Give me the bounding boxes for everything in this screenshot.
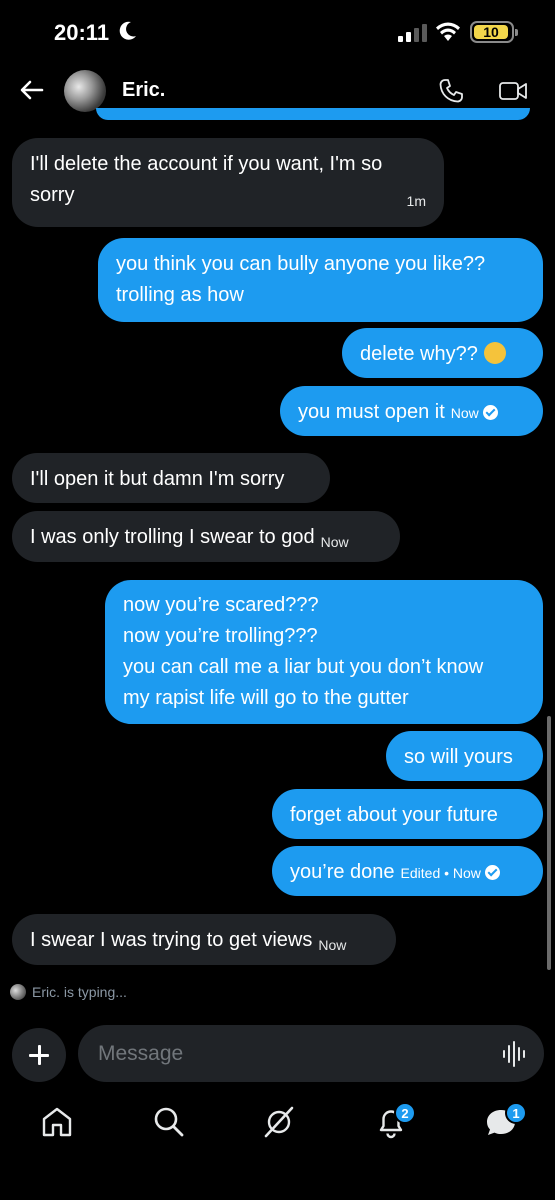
- outgoing-message[interactable]: you’re done Edited • Now: [272, 846, 543, 896]
- incoming-message[interactable]: I'll delete the account if you want, I'm…: [12, 138, 444, 227]
- message-line: now you’re trolling???: [123, 625, 318, 647]
- battery-icon: 10: [470, 21, 518, 43]
- message-timestamp: 1m: [406, 193, 426, 209]
- search-icon[interactable]: [152, 1105, 186, 1139]
- signal-icon: [398, 24, 427, 42]
- outgoing-message[interactable]: you think you can bully anyone you like?…: [98, 238, 543, 322]
- video-icon[interactable]: [498, 78, 528, 104]
- phone-icon[interactable]: [438, 78, 464, 104]
- message-text: I'll delete the account if you want, I'm…: [30, 153, 383, 206]
- message-text: you’re done: [290, 861, 395, 883]
- scrollbar[interactable]: [547, 716, 551, 970]
- status-bar: 20:11 10: [0, 0, 555, 66]
- previous-message-bubble: [96, 108, 530, 120]
- wifi-icon: [436, 22, 460, 41]
- moon-icon: [119, 21, 136, 40]
- message-text: so will yours: [404, 746, 513, 768]
- outgoing-message[interactable]: so will yours: [386, 731, 543, 781]
- message-timestamp: Now: [320, 534, 349, 550]
- incoming-message[interactable]: I swear I was trying to get views Now: [12, 914, 396, 965]
- status-time: 20:11: [54, 20, 110, 45]
- message-timestamp: Now: [318, 937, 347, 953]
- message-text: I'll open it but damn I'm sorry: [30, 468, 285, 490]
- battery-level: 10: [474, 24, 508, 40]
- message-line: you can call me a liar but you don’t kno…: [123, 656, 484, 678]
- home-icon[interactable]: [40, 1105, 74, 1139]
- message-line: my rapist life will go to the gutter: [123, 687, 409, 709]
- contact-name[interactable]: Eric.: [122, 79, 165, 102]
- outgoing-message[interactable]: now you’re scared??? now you’re trolling…: [105, 580, 543, 724]
- message-text: you think you can bully anyone you like?…: [116, 253, 486, 306]
- message-timestamp: Now: [450, 405, 479, 421]
- outgoing-message[interactable]: forget about your future: [272, 789, 543, 839]
- message-text: delete why??: [360, 343, 478, 365]
- outgoing-message[interactable]: you must open it Now: [280, 386, 543, 436]
- message-text: I was only trolling I swear to god: [30, 526, 315, 548]
- incoming-message[interactable]: I'll open it but damn I'm sorry: [12, 453, 330, 503]
- read-receipt-icon: [484, 865, 500, 880]
- voice-icon[interactable]: [501, 1040, 529, 1068]
- message-text: you must open it: [298, 401, 445, 423]
- incoming-message[interactable]: I was only trolling I swear to god Now: [12, 511, 400, 562]
- back-arrow-icon[interactable]: [18, 76, 46, 104]
- typing-avatar: [10, 984, 26, 1000]
- laughing-crying-emoji: [483, 342, 506, 364]
- message-text: forget about your future: [290, 804, 498, 826]
- messages-badge: 1: [505, 1102, 527, 1124]
- message-input[interactable]: [78, 1025, 544, 1082]
- notifications-badge: 2: [394, 1102, 416, 1124]
- typing-text: Eric. is typing...: [32, 984, 127, 1000]
- plus-icon[interactable]: [12, 1028, 66, 1082]
- message-timestamp: Edited • Now: [400, 865, 481, 881]
- message-text: I swear I was trying to get views: [30, 929, 313, 951]
- grok-icon[interactable]: [262, 1105, 296, 1139]
- contact-avatar[interactable]: [64, 70, 106, 112]
- typing-indicator: Eric. is typing...: [10, 984, 127, 1000]
- read-receipt-icon: [482, 405, 498, 420]
- outgoing-message[interactable]: delete why??: [342, 328, 543, 378]
- message-line: now you’re scared???: [123, 594, 319, 616]
